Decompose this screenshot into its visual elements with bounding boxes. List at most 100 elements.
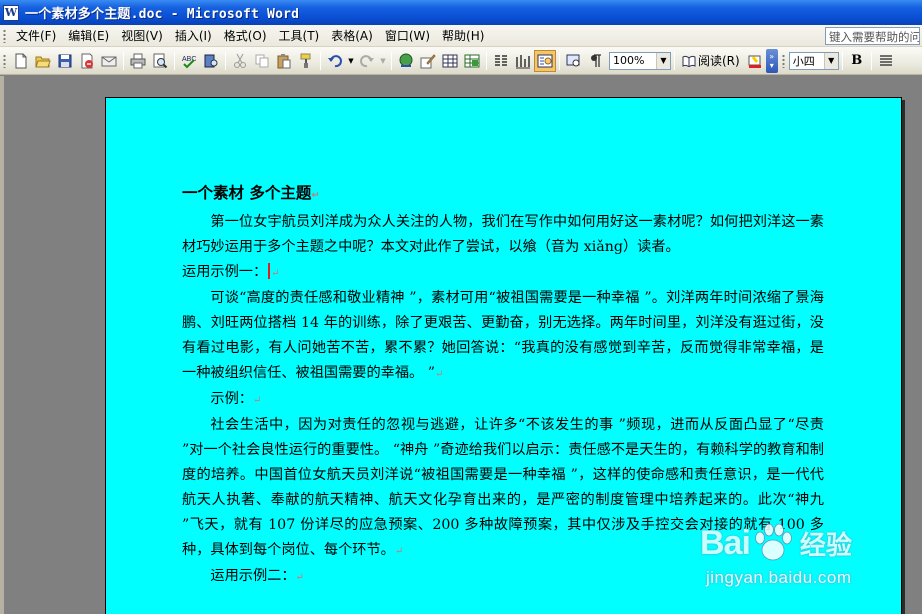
open-button[interactable] (32, 50, 54, 72)
font-size-value: 小四 (792, 54, 815, 68)
globe-link-icon (399, 53, 413, 67)
permission-button[interactable] (76, 50, 98, 72)
table-grid-icon (442, 54, 458, 67)
show-hide-button[interactable] (563, 50, 585, 72)
menu-tools[interactable]: 工具(T) (273, 25, 326, 46)
align-button[interactable] (875, 50, 897, 72)
paragraph: 运用示例一： ↵ (182, 263, 280, 280)
toolbar-separator (174, 51, 175, 70)
watermark-brand: Bai (700, 523, 751, 562)
columns-icon (495, 54, 507, 66)
paste-button[interactable] (273, 50, 295, 72)
text-cursor (268, 263, 271, 279)
baidu-jingyan-watermark: Bai 经验 jingyan.baidu.com (700, 520, 900, 600)
toolbar-grip-handle[interactable] (3, 53, 6, 68)
paragraph-mark: ↵ (311, 190, 320, 201)
paragraph-mark: ↵ (295, 572, 304, 583)
undo-dropdown[interactable]: ▼ (346, 50, 356, 72)
toolbar-separator (123, 51, 124, 70)
save-button[interactable] (54, 50, 76, 72)
floppy-disk-icon (58, 54, 72, 67)
chevron-down-icon: ▼ (380, 56, 386, 65)
view-icon (566, 54, 580, 66)
menu-grip-handle[interactable] (3, 28, 6, 43)
window-title: 一个素材多个主题.doc - Microsoft Word (25, 7, 300, 22)
chevron-down-icon[interactable]: ▼ (823, 52, 838, 69)
format-painter-button[interactable] (295, 50, 317, 72)
paragraph: 第一位女宇航员刘洋成为众人关注的人物，我们在写作中如何用好这一素材呢？如何把刘洋… (182, 214, 824, 255)
research-button[interactable] (200, 50, 222, 72)
scissors-icon (234, 53, 246, 68)
columns-button[interactable] (490, 50, 512, 72)
menu-format[interactable]: 格式(O) (218, 25, 273, 46)
menu-insert[interactable]: 插入(I) (169, 25, 218, 46)
reading-mode-button[interactable]: 阅读(R) (678, 50, 744, 72)
zoom-combo[interactable]: 100% ▼ (609, 51, 671, 70)
cut-button[interactable] (229, 50, 251, 72)
toolbar-options-button[interactable]: » ▾ (765, 48, 778, 73)
format-painter-icon (300, 53, 311, 68)
toolbar-separator (486, 51, 487, 70)
formatting-toolbar-grip[interactable] (781, 53, 785, 68)
chevron-down-icon: ▾ (769, 60, 774, 70)
watermark-logo: Bai 经验 (700, 520, 852, 566)
document-map-button[interactable] (534, 49, 556, 72)
toolbar-separator (870, 51, 872, 70)
chevron-down-icon[interactable]: ▼ (656, 52, 670, 69)
redo-button[interactable] (356, 50, 378, 72)
document-map-icon (537, 54, 553, 67)
highlight-button[interactable] (744, 50, 766, 72)
undo-arrow-icon (328, 54, 342, 67)
font-size-combo[interactable]: 小四 ▼ (788, 51, 839, 70)
hyperlink-button[interactable] (395, 50, 417, 72)
menu-file[interactable]: 文件(F) (10, 25, 62, 46)
svg-text:ABC: ABC (182, 56, 196, 63)
research-book-icon (204, 54, 218, 67)
highlight-icon (748, 55, 761, 68)
toolbar-separator (320, 51, 321, 70)
drawing-button[interactable] (512, 50, 534, 72)
spell-check-icon: ABC (182, 56, 196, 68)
print-button[interactable] (127, 50, 149, 72)
drawing-shapes-icon (516, 54, 530, 68)
chevron-down-icon: ▼ (348, 56, 354, 65)
reading-mode-label: 阅读(R) (698, 54, 740, 68)
paragraph-mark: ↵ (394, 546, 404, 557)
zoom-value: 100% (613, 54, 645, 67)
new-button[interactable] (10, 50, 32, 72)
clipboard-paste-icon (277, 53, 291, 68)
insert-table-button[interactable] (439, 50, 461, 72)
help-question-input[interactable]: 键入需要帮助的问题 (825, 27, 920, 45)
redo-dropdown[interactable]: ▼ (378, 50, 388, 72)
undo-button[interactable] (324, 50, 346, 72)
folder-open-icon (35, 56, 51, 67)
copy-button[interactable] (251, 50, 273, 72)
document-title: 一个素材 多个主题↵ (182, 184, 320, 202)
permission-icon (81, 53, 93, 68)
paragraph: 示例：↵ (210, 391, 262, 407)
standard-toolbar: ABC ▼ ▼ 100% ▼ 阅读(R) » ▾ 小四 ▼ B (0, 47, 922, 75)
chevron-right-icon: » (769, 51, 775, 61)
title-bar: W 一个素材多个主题.doc - Microsoft Word (0, 0, 922, 25)
printer-icon (130, 53, 146, 68)
pencil-table-icon (420, 53, 436, 68)
print-preview-icon (153, 53, 168, 68)
toolbar-separator (225, 51, 226, 70)
menu-window[interactable]: 窗口(W) (379, 25, 436, 46)
watermark-url: jingyan.baidu.com (706, 568, 852, 587)
menu-view[interactable]: 视图(V) (115, 25, 169, 46)
tables-borders-button[interactable] (417, 50, 439, 72)
paragraph-marks-button[interactable] (585, 50, 607, 72)
paragraph: 可谈“高度的责任感和敬业精神 ”，素材可用“被祖国需要是一种幸福 ”。刘洋两年时… (182, 290, 824, 381)
word-app-icon[interactable]: W (3, 4, 19, 21)
excel-sheet-icon (464, 54, 480, 67)
menu-edit[interactable]: 编辑(E) (62, 25, 115, 46)
print-preview-button[interactable] (149, 50, 171, 72)
insert-excel-button[interactable] (461, 50, 483, 72)
bold-button[interactable]: B (846, 50, 868, 72)
menu-table[interactable]: 表格(A) (325, 25, 379, 46)
spelling-button[interactable]: ABC (178, 50, 200, 72)
menu-help[interactable]: 帮助(H) (436, 25, 490, 46)
email-button[interactable] (98, 50, 120, 72)
toolbar-separator (559, 51, 560, 70)
